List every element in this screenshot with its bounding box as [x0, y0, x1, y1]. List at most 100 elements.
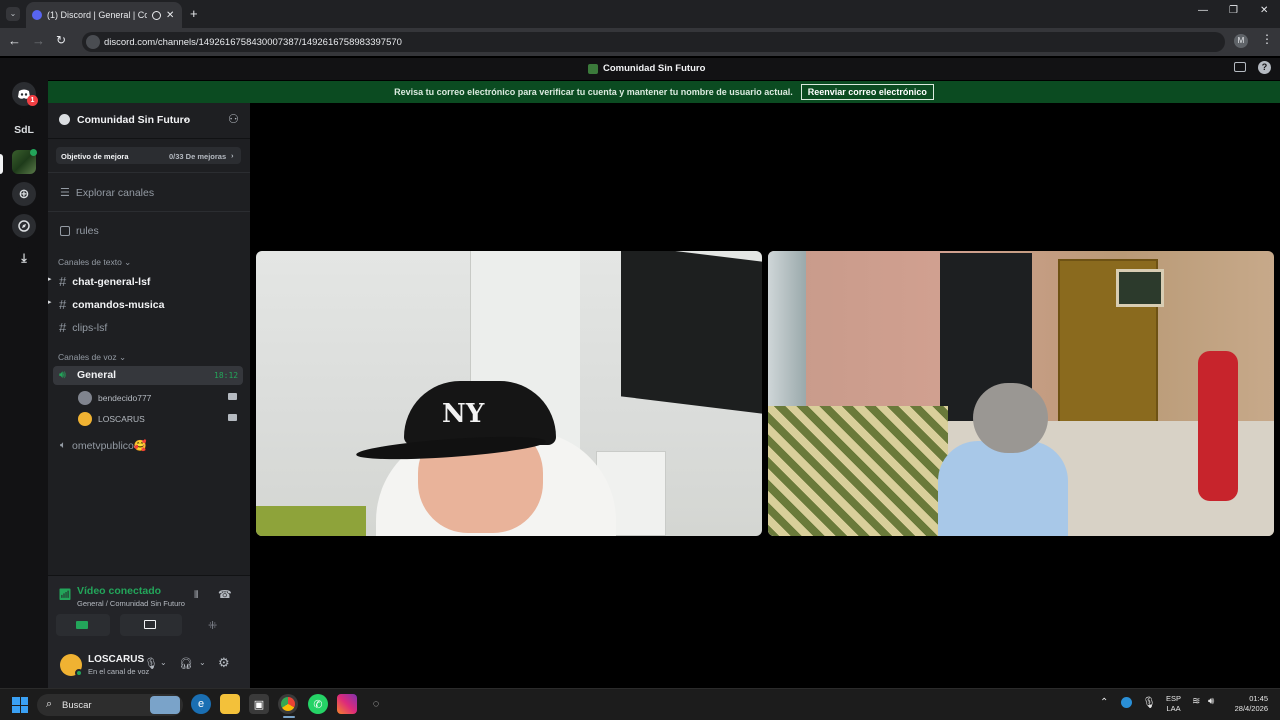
person-hair: [973, 383, 1048, 453]
audio-indicator-icon[interactable]: [152, 10, 161, 20]
microphone-icon[interactable]: 🎙︎: [144, 657, 158, 670]
app-icon[interactable]: ◌: [366, 694, 386, 714]
language-indicator[interactable]: ESP LAA: [1166, 694, 1181, 714]
channel-comandos-musica[interactable]: # comandos-musica: [59, 297, 164, 312]
instagram-icon[interactable]: [337, 694, 357, 714]
taskbar-search[interactable]: ⌕ Buscar: [37, 694, 183, 716]
activities-button[interactable]: ⁜: [190, 614, 242, 636]
verify-email-banner: Revisa tu correo electrónico para verifi…: [48, 81, 1280, 103]
window-close-icon[interactable]: ✕: [1260, 5, 1268, 16]
avatar: [78, 412, 92, 426]
voice-channel-general[interactable]: 🔊︎ General 18:12: [53, 366, 243, 385]
text-channels-category[interactable]: Canales de texto ⌄: [58, 257, 131, 268]
start-windows-icon[interactable]: [12, 697, 28, 713]
chrome-icon[interactable]: [278, 694, 298, 714]
online-status-icon: [75, 669, 83, 677]
active-app-indicator: [283, 716, 295, 718]
server-list: 1 SdL ⊕ ⤓: [0, 80, 48, 688]
back-icon[interactable]: ←: [8, 33, 21, 48]
camera-button[interactable]: [56, 614, 110, 636]
server-sdl[interactable]: SdL: [12, 118, 36, 142]
edge-icon[interactable]: e: [191, 694, 211, 714]
reload-icon[interactable]: ↻: [56, 33, 66, 47]
active-server-indicator: [0, 154, 3, 174]
file-explorer-icon[interactable]: [220, 694, 240, 714]
download-apps-icon[interactable]: ⤓: [12, 246, 36, 270]
channel-chat-general-lsf[interactable]: # chat-general-lsf: [59, 274, 150, 289]
speaker-icon: 🔈︎: [60, 440, 66, 451]
chevron-down-icon[interactable]: ⌄: [199, 658, 206, 667]
invite-people-icon[interactable]: ⚇: [228, 112, 239, 126]
help-icon[interactable]: ?: [1258, 61, 1271, 74]
tab-search-icon[interactable]: ⌄: [6, 7, 20, 21]
lang-secondary: LAA: [1166, 704, 1181, 713]
hash-icon: #: [59, 274, 67, 289]
category-label: Canales de texto: [58, 257, 122, 267]
headphones-icon[interactable]: 🎧︎: [179, 657, 193, 670]
tray-app-icon[interactable]: [1121, 697, 1132, 708]
whatsapp-icon[interactable]: ✆: [308, 694, 328, 714]
channel-label: clips-lsf: [72, 321, 108, 334]
voice-channel-label: General: [77, 369, 117, 381]
unread-indicator-icon: ▸: [48, 299, 52, 306]
tab-close-icon[interactable]: ✕: [166, 10, 174, 21]
video-tile-bendecido777[interactable]: NY: [256, 251, 762, 536]
show-hidden-icons-icon[interactable]: ⌃: [1100, 697, 1108, 708]
resend-email-button[interactable]: Reenviar correo electrónico: [800, 84, 934, 100]
ny-logo-icon: NY: [442, 399, 485, 429]
url-text: discord.com/channels/1492616758430007387…: [104, 36, 402, 48]
chevron-down-icon[interactable]: ⌄: [160, 658, 167, 667]
banner-text: Revisa tu correo electrónico para verifi…: [394, 87, 793, 97]
channel-clips-lsf[interactable]: # clips-lsf: [59, 320, 107, 335]
video-tile-loscarus[interactable]: [768, 251, 1274, 536]
green-blanket: [256, 506, 366, 536]
voice-user-row[interactable]: LOSCARUS: [76, 411, 246, 427]
menu-dots-icon[interactable]: ⋮: [1261, 32, 1273, 46]
camera-icon: [228, 393, 237, 400]
restore-icon[interactable]: ❐: [1229, 5, 1238, 16]
chevron-right-icon: ›: [231, 151, 234, 160]
voice-status: Vídeo conectado: [77, 585, 162, 597]
site-info-icon[interactable]: [86, 35, 100, 49]
voice-location[interactable]: General / Comunidad Sin Futuro: [77, 599, 185, 608]
user-settings-gear-icon[interactable]: ⚙: [218, 655, 230, 671]
store-icon[interactable]: ▣: [249, 694, 269, 714]
discord-favicon-icon: [32, 10, 42, 20]
framed-picture: [1116, 269, 1164, 307]
profile-avatar[interactable]: M: [1234, 34, 1248, 48]
noise-suppression-icon[interactable]: ⦀: [194, 590, 198, 601]
explore-servers-icon[interactable]: [12, 214, 36, 238]
clock-time: 01:45: [1249, 694, 1268, 703]
boost-goal-bar[interactable]: Objetivo de mejora 0/33 De mejoras ›: [56, 147, 241, 164]
clock[interactable]: 01:45 28/4/2026: [1228, 694, 1268, 714]
screen-share-button[interactable]: [120, 614, 182, 636]
explore-channels[interactable]: ☰ Explorar canales: [60, 186, 154, 200]
wall-tv: [621, 251, 762, 414]
server-settings-gear-icon: [59, 114, 70, 125]
add-server-icon[interactable]: ⊕: [12, 182, 36, 206]
address-bar[interactable]: discord.com/channels/1492616758430007387…: [82, 32, 1225, 52]
wifi-icon[interactable]: ≋: [1192, 696, 1200, 707]
screen-share-icon: [144, 620, 156, 629]
inbox-icon[interactable]: [1234, 62, 1246, 72]
chevron-down-icon: ⌄: [182, 113, 190, 123]
mic-tray-icon[interactable]: 🎙︎: [1142, 696, 1156, 709]
tab-title: (1) Discord | General | Com: [47, 10, 147, 20]
minimize-icon[interactable]: —: [1198, 5, 1208, 16]
channel-rules[interactable]: rules: [60, 225, 99, 237]
voice-channel-ometvpublico[interactable]: 🔈︎ ometvpublico🥰: [60, 439, 147, 452]
voice-connection-panel: 📶︎ Vídeo conectado General / Comunidad S…: [48, 575, 250, 688]
new-tab-icon[interactable]: +: [190, 6, 198, 21]
chevron-down-icon: ⌄: [118, 352, 127, 362]
disconnect-icon[interactable]: ☎︎: [218, 588, 232, 601]
server-header[interactable]: Comunidad Sin Futuro ⌄ ⚇: [48, 103, 250, 139]
volume-icon[interactable]: 🔊︎: [1208, 696, 1214, 707]
server-name: Comunidad Sin Futuro: [77, 114, 191, 126]
forward-icon[interactable]: →: [32, 33, 45, 48]
divider: [48, 211, 250, 212]
child: [1198, 351, 1238, 501]
browser-tab[interactable]: (1) Discord | General | Com ✕: [26, 2, 182, 28]
voice-user-row[interactable]: bendecido777: [76, 390, 246, 406]
notification-badge: 1: [27, 95, 38, 106]
voice-channels-category[interactable]: Canales de voz ⌄: [58, 352, 126, 363]
